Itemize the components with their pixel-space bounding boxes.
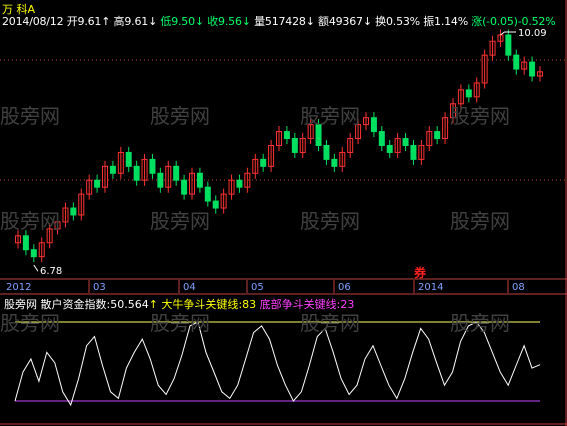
bull-line-value: 83 [242,298,257,311]
open-label: 开 [66,15,78,28]
candle-body [323,144,330,160]
time-axis-label: 08 [512,282,525,293]
candle-body [315,124,322,146]
candle-body [370,117,377,133]
candle-body [283,131,290,140]
open-value: 9.61 [77,15,102,28]
change-pct: -0.52% [517,15,556,28]
time-axis-label: 2014 [418,282,444,293]
indicator-value: 50.564 [110,298,149,311]
quote-date: 2014/08/12 [2,15,64,28]
indicator-source: 股旁网 [4,298,37,311]
low-value: 9.50 [171,15,195,28]
candle-body [181,179,188,195]
high-value: 9.61 [124,15,149,28]
candle-body [513,54,520,70]
amplitude-label: 振 [423,15,435,28]
low-price-label: 6.78 [40,266,63,277]
candle-body [386,144,393,153]
time-axis-label: 2012 [6,282,32,293]
candle-body [94,179,101,188]
low-label: 低 [160,15,172,28]
high-label: 高 [113,15,125,28]
change-label: 涨 [471,15,483,28]
time-axis-label: 06 [338,282,351,293]
candle-body [410,144,417,160]
time-axis-label: 03 [93,282,106,293]
marker-glyph: 券 [414,266,427,280]
candle-body [204,186,211,202]
candle-body [212,200,219,209]
indicator-series [14,321,541,407]
time-axis-label: 04 [183,282,196,293]
candle-body [529,61,536,77]
bull-line-label: 大牛争斗关键线 [161,298,239,311]
close-label: 收 [207,15,219,28]
candle-body [70,207,77,216]
indicator-legend: 股旁网 散户资金指数:50.564↑ 大牛争斗关键线:83 底部争斗关键线:23 [4,298,355,311]
candle-body [125,151,132,167]
close-value: 9.56 [218,15,242,28]
low-pointer [33,264,39,272]
candle-body [30,249,37,258]
stock-chart[interactable] [0,0,567,426]
amount-value: 49367 [328,15,363,28]
change-value: (-0.05) [482,15,518,28]
candlestick-series [15,29,543,272]
candle-body [434,131,441,140]
candle-body [260,158,267,167]
volume-value: 517428 [264,15,306,28]
candle-body [196,172,203,188]
candle-body [378,131,385,146]
turnover-label: 换 [375,15,386,28]
bottom-line-label: 底部争斗关键线 [259,298,337,311]
time-axis-label: 05 [251,282,264,293]
candle-body [402,138,409,146]
candle-body [157,172,164,188]
retail-fund-index-line [14,321,541,407]
candle-body [173,165,180,181]
candle-body [236,179,243,188]
candle-body [22,235,29,251]
amount-label: 额 [318,15,329,28]
volume-label: 量 [254,15,265,28]
candle-body [505,34,512,56]
indicator-name: 散户资金指数 [40,298,107,311]
bottom-line-value: 23 [340,298,355,311]
candle-body [109,165,116,174]
high-price-label: 10.09 [518,28,547,39]
candle-body [149,158,156,174]
amplitude-value: 1.14% [434,15,468,28]
candle-body [133,165,140,181]
quote-bar: 2014/08/12 开9.61↑ 高9.61↓ 低9.50↓ 收9.56↓ 量… [2,15,556,28]
candle-body [291,138,298,153]
candle-body [465,89,472,98]
candle-body [331,158,338,167]
turnover-value: 0.53% [385,15,420,28]
